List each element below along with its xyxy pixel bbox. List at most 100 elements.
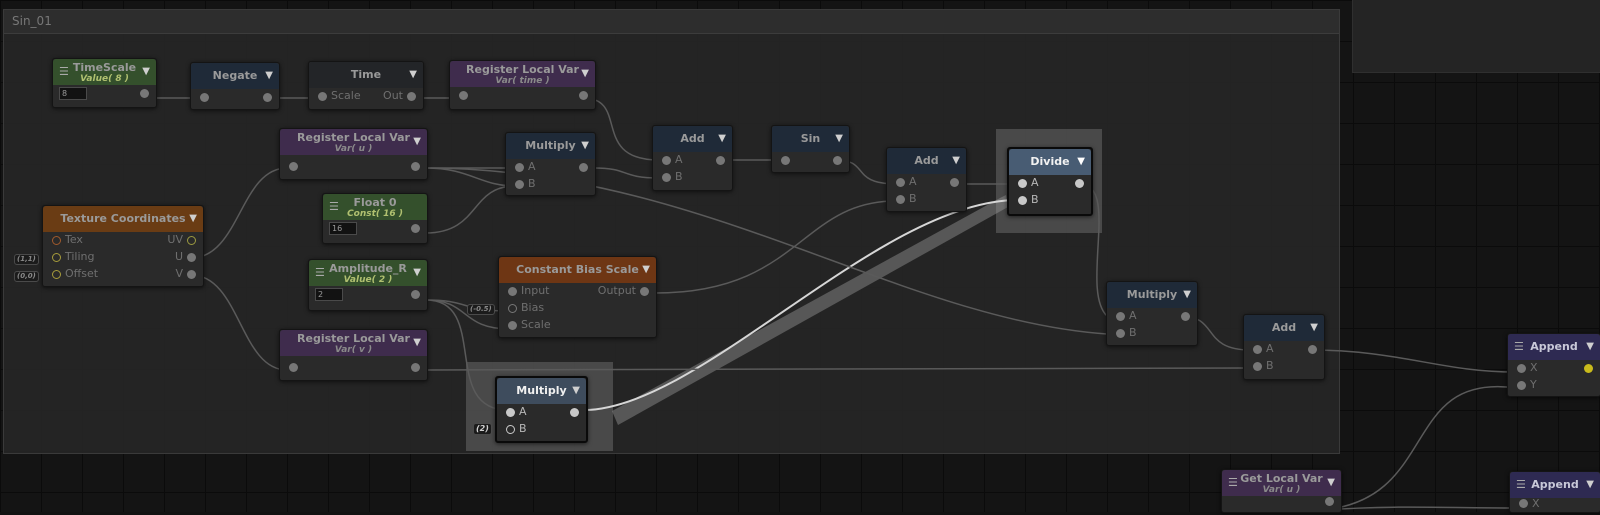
float-0-node[interactable]: ☰ Float 0 Const( 16 ) 16 <box>322 193 428 244</box>
output-port[interactable] <box>411 162 420 171</box>
default-value-badge[interactable]: (0,0) <box>14 271 39 282</box>
dropdown-icon[interactable]: ▼ <box>189 206 197 232</box>
dropdown-icon[interactable]: ▼ <box>718 126 726 152</box>
input-port[interactable] <box>1253 345 1262 354</box>
add-node-2[interactable]: Add ▼ A B <box>886 147 967 212</box>
output-port[interactable] <box>140 89 149 98</box>
output-port[interactable] <box>263 93 272 102</box>
input-port[interactable] <box>508 304 517 313</box>
negate-node[interactable]: Negate ▼ <box>190 62 280 110</box>
value-input[interactable]: 16 <box>329 222 357 235</box>
get-local-var-node[interactable]: ☰ Get Local Var Var( u ) ▼ <box>1221 469 1342 513</box>
default-value-badge[interactable]: (1,1) <box>14 254 39 265</box>
constant-bias-scale-node[interactable]: Constant Bias Scale ▼ Input Output Bias … <box>498 256 657 338</box>
value-input[interactable]: 2 <box>315 288 343 301</box>
input-port[interactable] <box>1253 362 1262 371</box>
output-port[interactable] <box>1181 312 1190 321</box>
multiply-node-3[interactable]: Multiply ▼ A B <box>495 376 588 443</box>
sin-node[interactable]: Sin ▼ <box>771 125 850 173</box>
menu-icon[interactable]: ☰ <box>1228 470 1238 496</box>
input-port[interactable] <box>896 195 905 204</box>
register-local-var-time-node[interactable]: Register Local Var Var( time ) ▼ <box>449 60 596 110</box>
menu-icon[interactable]: ☰ <box>59 59 69 85</box>
output-port[interactable] <box>570 408 579 417</box>
input-port[interactable] <box>896 178 905 187</box>
append-node-2[interactable]: ☰ Append ▼ X <box>1509 471 1600 513</box>
output-port[interactable] <box>579 163 588 172</box>
default-value-badge[interactable]: (-0.5) <box>467 304 495 315</box>
dropdown-icon[interactable]: ▼ <box>581 133 589 159</box>
output-port[interactable] <box>716 156 725 165</box>
output-port[interactable] <box>579 91 588 100</box>
add-node-1[interactable]: Add ▼ A B <box>652 125 733 191</box>
dropdown-icon[interactable]: ▼ <box>1327 470 1335 496</box>
dropdown-icon[interactable]: ▼ <box>413 260 421 286</box>
menu-icon[interactable]: ☰ <box>1516 472 1526 498</box>
input-port[interactable] <box>1517 381 1526 390</box>
dropdown-icon[interactable]: ▼ <box>1586 334 1594 360</box>
dropdown-icon[interactable]: ▼ <box>413 330 421 356</box>
texture-coordinates-node[interactable]: Texture Coordinates ▼ Tex UV Tiling U Of… <box>42 205 204 287</box>
default-value-badge[interactable]: (2) <box>473 423 492 435</box>
input-port[interactable] <box>459 91 468 100</box>
dropdown-icon[interactable]: ▼ <box>1586 472 1594 498</box>
input-port[interactable] <box>1116 312 1125 321</box>
register-local-var-u-node[interactable]: Register Local Var Var( u ) ▼ <box>279 128 428 180</box>
multiply-node-1[interactable]: Multiply ▼ A B <box>505 132 596 196</box>
input-port[interactable] <box>1519 499 1528 508</box>
dropdown-icon[interactable]: ▼ <box>413 129 421 155</box>
input-port[interactable] <box>1116 329 1125 338</box>
input-port[interactable] <box>1018 196 1027 205</box>
input-port[interactable] <box>662 173 671 182</box>
register-local-var-v-node[interactable]: Register Local Var Var( v ) ▼ <box>279 329 428 381</box>
timescale-node[interactable]: ☰ TimeScale Value( 8 ) ▼ 8 <box>52 58 157 108</box>
input-port[interactable] <box>52 253 61 262</box>
input-port[interactable] <box>506 408 515 417</box>
output-port[interactable] <box>1325 497 1334 506</box>
input-port[interactable] <box>1517 364 1526 373</box>
output-port[interactable] <box>950 178 959 187</box>
input-port[interactable] <box>506 425 515 434</box>
dropdown-icon[interactable]: ▼ <box>1183 282 1191 308</box>
dropdown-icon[interactable]: ▼ <box>265 63 273 89</box>
multiply-node-2[interactable]: Multiply ▼ A B <box>1106 281 1198 346</box>
add-node-3[interactable]: Add ▼ A B <box>1243 314 1325 380</box>
input-port[interactable] <box>52 270 61 279</box>
output-port[interactable] <box>187 236 196 245</box>
dropdown-icon[interactable]: ▼ <box>572 378 580 404</box>
dropdown-icon[interactable]: ▼ <box>952 148 960 174</box>
input-port[interactable] <box>515 180 524 189</box>
dropdown-icon[interactable]: ▼ <box>835 126 843 152</box>
dropdown-icon[interactable]: ▼ <box>1310 315 1318 341</box>
output-port[interactable] <box>1075 179 1084 188</box>
output-port[interactable] <box>833 156 842 165</box>
menu-icon[interactable]: ☰ <box>315 260 325 286</box>
menu-icon[interactable]: ☰ <box>1514 334 1524 360</box>
input-port[interactable] <box>662 156 671 165</box>
dropdown-icon[interactable]: ▼ <box>142 59 150 85</box>
output-port[interactable] <box>411 363 420 372</box>
input-port[interactable] <box>508 287 517 296</box>
amplitude-r-node[interactable]: ☰ Amplitude_R Value( 2 ) ▼ 2 <box>308 259 428 311</box>
dropdown-icon[interactable]: ▼ <box>581 61 589 87</box>
input-port[interactable] <box>200 93 209 102</box>
output-port[interactable] <box>187 270 196 279</box>
append-node-1[interactable]: ☰ Append ▼ X Y <box>1507 333 1600 397</box>
menu-icon[interactable]: ☰ <box>329 194 339 220</box>
output-port[interactable] <box>187 253 196 262</box>
output-port[interactable] <box>407 92 416 101</box>
input-port[interactable] <box>318 92 327 101</box>
input-port[interactable] <box>52 236 61 245</box>
group-title[interactable]: Sin_01 <box>4 10 1339 34</box>
output-port[interactable] <box>1584 364 1593 373</box>
input-port[interactable] <box>289 363 298 372</box>
output-port[interactable] <box>411 224 420 233</box>
input-port[interactable] <box>781 156 790 165</box>
time-node[interactable]: Time ▼ Scale Out <box>308 61 424 110</box>
input-port[interactable] <box>289 162 298 171</box>
value-input[interactable]: 8 <box>59 87 87 100</box>
divide-node[interactable]: Divide ▼ A B <box>1007 147 1093 216</box>
dropdown-icon[interactable]: ▼ <box>409 62 417 88</box>
input-port[interactable] <box>515 163 524 172</box>
output-port[interactable] <box>1308 345 1317 354</box>
